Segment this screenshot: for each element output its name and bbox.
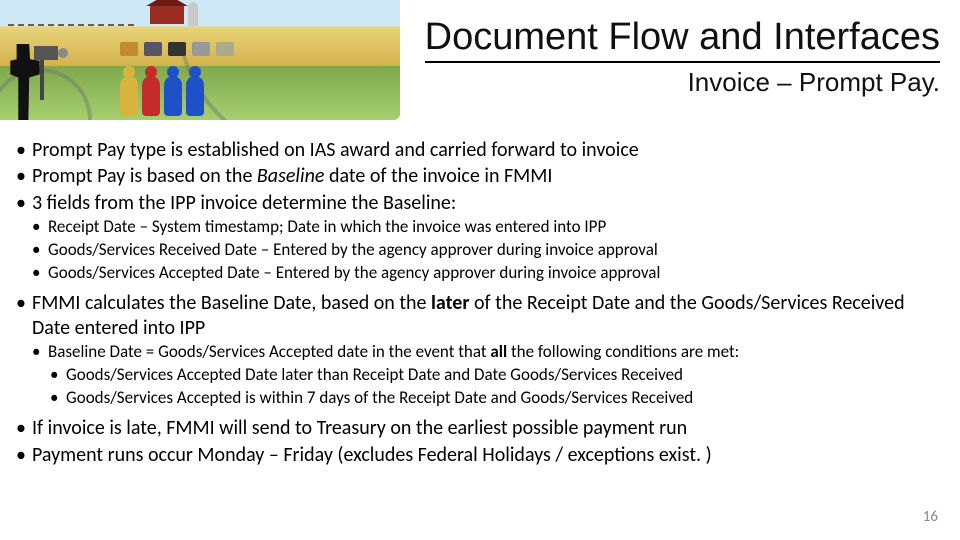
bullet-l2: Goods/Services Accepted Date – Entered b… xyxy=(10,263,946,284)
bullet-l1: Prompt Pay is based on the Baseline date… xyxy=(10,164,946,188)
tablet-icon xyxy=(192,42,210,56)
bullet-l2: Baseline Date = Goods/Services Accepted … xyxy=(10,342,946,363)
text: date of the invoice in FMMI xyxy=(324,164,552,188)
monitor-icon xyxy=(144,42,162,56)
text: Prompt Pay is based on the xyxy=(32,164,257,188)
silo-icon xyxy=(188,2,198,26)
slide: Document Flow and Interfaces Invoice – P… xyxy=(0,0,960,540)
text: FMMI calculates the Baseline Date, based… xyxy=(32,291,431,315)
camera-lens-icon xyxy=(58,48,68,58)
bullet-l3: Goods/Services Accepted Date later than … xyxy=(10,365,946,386)
bullet-l2: Receipt Date – System timestamp; Date in… xyxy=(10,217,946,238)
person-icon xyxy=(186,76,204,116)
text: Baseline Date = Goods/Services Accepted … xyxy=(48,341,490,362)
page-subtitle: Invoice – Prompt Pay. xyxy=(425,67,940,98)
text: the following conditions are met: xyxy=(507,341,739,362)
bold: all xyxy=(490,341,507,362)
phone-icon xyxy=(216,42,234,56)
bullet-l3: Goods/Services Accepted is within 7 days… xyxy=(10,388,946,409)
bullet-l2: Goods/Services Received Date – Entered b… xyxy=(10,240,946,261)
bullet-l1: If invoice is late, FMMI will send to Tr… xyxy=(10,416,946,440)
bullet-l1: FMMI calculates the Baseline Date, based… xyxy=(10,291,946,340)
fence-icon xyxy=(8,24,138,26)
header-illustration xyxy=(0,0,400,120)
emphasis: Baseline xyxy=(257,164,325,188)
person-icon xyxy=(164,76,182,116)
page-number: 16 xyxy=(923,508,938,526)
person-icon xyxy=(120,76,138,116)
laptop-icon xyxy=(168,42,186,56)
slide-body: Prompt Pay type is established on IAS aw… xyxy=(10,138,946,469)
camera-icon xyxy=(34,46,58,60)
tech-icons-row xyxy=(120,42,234,56)
title-block: Document Flow and Interfaces Invoice – P… xyxy=(425,16,940,98)
people-icons xyxy=(120,76,204,116)
page-title: Document Flow and Interfaces xyxy=(425,16,940,63)
bullet-l1: Payment runs occur Monday – Friday (excl… xyxy=(10,443,946,467)
tv-icon xyxy=(120,42,138,56)
bold: later xyxy=(431,291,469,315)
barn-icon xyxy=(150,4,184,24)
bullet-l1: 3 fields from the IPP invoice determine … xyxy=(10,191,946,215)
bullet-l1: Prompt Pay type is established on IAS aw… xyxy=(10,138,946,162)
person-icon xyxy=(142,76,160,116)
